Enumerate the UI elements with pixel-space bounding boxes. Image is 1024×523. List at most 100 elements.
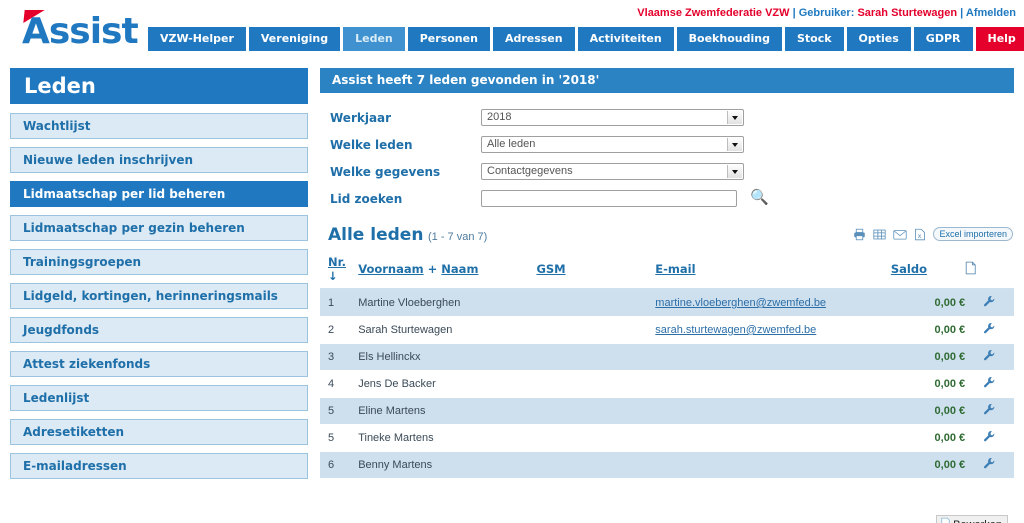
sidebar-item-attest-ziekenfonds[interactable]: Attest ziekenfonds — [10, 351, 308, 377]
excel-export-icon[interactable]: x — [914, 228, 926, 241]
print-icon[interactable] — [853, 228, 866, 241]
sidebar-item-nieuwe-leden-inschrijven[interactable]: Nieuwe leden inschrijven — [10, 147, 308, 173]
column-header-email[interactable]: E-mail — [655, 253, 891, 290]
sidebar-item-ledenlijst[interactable]: Ledenlijst — [10, 385, 308, 411]
cell-saldo-text: 0,00 € — [934, 378, 966, 390]
table-header: Nr. ↓ Voornaam + Naam GSM E-mail Saldo — [320, 253, 1014, 290]
sidebar-item-lidgeld-kortingen-herinneringsmails[interactable]: Lidgeld, kortingen, herinneringsmails — [10, 283, 308, 309]
cell-email[interactable] — [655, 397, 891, 425]
lid-zoeken-input[interactable] — [481, 190, 737, 207]
tooltip-text: Bewerken — [953, 519, 1002, 523]
nav-item-adressen[interactable]: Adressen — [492, 27, 575, 51]
cell-actions — [965, 316, 1014, 344]
cell-saldo-text: 0,00 € — [934, 324, 966, 336]
cell-saldo: 0,00 € — [890, 451, 966, 479]
nav-item-vzw-helper[interactable]: VZW-Helper — [148, 27, 246, 51]
cell-email[interactable]: sarah.sturtewagen@zwemfed.be — [655, 316, 891, 344]
form-row-werkjaar: Werkjaar 2018 — [320, 109, 1014, 136]
wrench-icon[interactable] — [983, 295, 996, 311]
email-icon[interactable] — [893, 228, 908, 241]
cell-saldo: 0,00 € — [890, 424, 966, 452]
table-row[interactable]: 2 Sarah Sturtewagen sarah.sturtewagen@zwem… — [320, 316, 1014, 344]
welke-gegevens-select[interactable]: Contactgegevens — [481, 163, 744, 180]
sidebar-item-lidmaatschap-per-lid-beheren[interactable]: Lidmaatschap per lid beheren — [10, 181, 308, 207]
search-icon[interactable]: 🔍 — [750, 189, 769, 206]
logo-text: Assist — [22, 11, 139, 52]
sidebar-item-wachtlijst[interactable]: Wachtlijst — [10, 113, 308, 139]
cell-saldo: 0,00 € — [890, 316, 966, 344]
sidebar-item-adresetiketten[interactable]: Adresetiketten — [10, 419, 308, 445]
nav-item-help[interactable]: Help — [975, 27, 1024, 51]
wrench-icon[interactable] — [983, 322, 996, 338]
table-action-icons: x Excel importeren — [853, 227, 1013, 241]
cell-email[interactable] — [655, 424, 891, 452]
cell-saldo: 0,00 € — [890, 289, 966, 317]
column-header-voornaam-link[interactable]: Voornaam — [358, 262, 423, 276]
wrench-icon[interactable] — [983, 349, 996, 365]
logout-link[interactable]: Afmelden — [966, 7, 1016, 19]
cell-email[interactable] — [655, 370, 891, 398]
document-icon[interactable] — [965, 261, 976, 278]
column-header-naam-link[interactable]: Naam — [441, 262, 478, 276]
cell-email-text[interactable]: martine.vloeberghen@zwemfed.be — [655, 297, 826, 309]
column-header-email-link[interactable]: E-mail — [655, 262, 695, 276]
nav-item-stock[interactable]: Stock — [784, 27, 844, 51]
cell-actions — [965, 370, 1014, 398]
cell-nr: 3 — [320, 343, 359, 371]
chevron-down-icon — [727, 111, 742, 124]
wrench-icon[interactable] — [983, 457, 996, 473]
cell-nr: 6 — [320, 451, 359, 479]
sidebar-item-lidmaatschap-per-gezin-beheren[interactable]: Lidmaatschap per gezin beheren — [10, 215, 308, 241]
nav-item-opties[interactable]: Opties — [846, 27, 911, 51]
table-row[interactable]: 4 Jens De Backer 0,00 € — [320, 370, 1014, 398]
column-header-gsm[interactable]: GSM — [536, 253, 656, 290]
user-info-line: Vlaamse Zwemfederatie VZW | Gebruiker: S… — [637, 7, 1016, 19]
cell-gsm — [536, 289, 656, 317]
excel-import-button[interactable]: Excel importeren — [933, 227, 1013, 241]
nav-item-boekhouding[interactable]: Boekhouding — [676, 27, 782, 51]
assist-logo[interactable]: Assist — [10, 8, 150, 52]
main-navigation: VZW-Helper Vereniging Leden Personen Adresse… — [148, 27, 1024, 51]
werkjaar-select[interactable]: 2018 — [481, 109, 744, 126]
welke-leden-label: Welke leden — [330, 138, 413, 152]
welke-gegevens-value: Contactgegevens — [487, 165, 573, 177]
wrench-icon[interactable] — [983, 376, 996, 392]
cell-nr-text: 4 — [328, 378, 335, 390]
cell-actions — [965, 289, 1014, 317]
nav-item-activiteiten[interactable]: Activiteiten — [577, 27, 674, 51]
table-row[interactable]: 5 Eline Martens 0,00 € — [320, 397, 1014, 425]
cell-email[interactable] — [655, 343, 891, 371]
column-header-saldo-link[interactable]: Saldo — [891, 262, 927, 276]
cell-nr-text: 2 — [328, 324, 335, 336]
welke-gegevens-label: Welke gegevens — [330, 165, 441, 179]
lid-zoeken-label: Lid zoeken — [330, 192, 403, 206]
nav-item-personen[interactable]: Personen — [407, 27, 490, 51]
table-row[interactable]: 1 Martine Vloeberghen martine.vloeberghen@… — [320, 289, 1014, 317]
cell-email[interactable]: martine.vloeberghen@zwemfed.be — [655, 289, 891, 317]
sidebar-item-jeugdfonds[interactable]: Jeugdfonds — [10, 317, 308, 343]
cell-email-text[interactable]: sarah.sturtewagen@zwemfed.be — [655, 324, 816, 336]
wrench-icon[interactable] — [983, 403, 996, 419]
table-row[interactable]: 6 Benny Martens 0,00 € — [320, 451, 1014, 479]
nav-item-gdpr[interactable]: GDPR — [913, 27, 973, 51]
column-header-nr[interactable]: Nr. ↓ — [320, 253, 359, 290]
cell-saldo-text: 0,00 € — [934, 405, 966, 417]
column-header-saldo[interactable]: Saldo — [890, 253, 966, 290]
table-row[interactable]: 5 Tineke Martens 0,00 € — [320, 424, 1014, 452]
sort-arrow-icon: ↓ — [328, 269, 338, 283]
cell-name-text: Benny Martens — [358, 459, 433, 471]
cell-gsm — [536, 370, 656, 398]
sidebar-item-trainingsgroepen[interactable]: Trainingsgroepen — [10, 249, 308, 275]
table-row[interactable]: 3 Els Hellinckx 0,00 € — [320, 343, 1014, 371]
nav-item-leden[interactable]: Leden — [343, 27, 405, 51]
column-header-nr-link[interactable]: Nr. — [328, 255, 346, 269]
table-grid-icon[interactable] — [873, 228, 887, 241]
column-header-name[interactable]: Voornaam + Naam — [358, 253, 537, 290]
nav-item-vereniging[interactable]: Vereniging — [248, 27, 341, 51]
wrench-icon[interactable] — [983, 430, 996, 446]
welke-leden-select[interactable]: Alle leden — [481, 136, 744, 153]
cell-name-text: Jens De Backer — [358, 378, 436, 390]
sidebar-item-e-mailadressen[interactable]: E-mailadressen — [10, 453, 308, 479]
column-header-gsm-link[interactable]: GSM — [536, 262, 565, 276]
cell-email[interactable] — [655, 451, 891, 479]
